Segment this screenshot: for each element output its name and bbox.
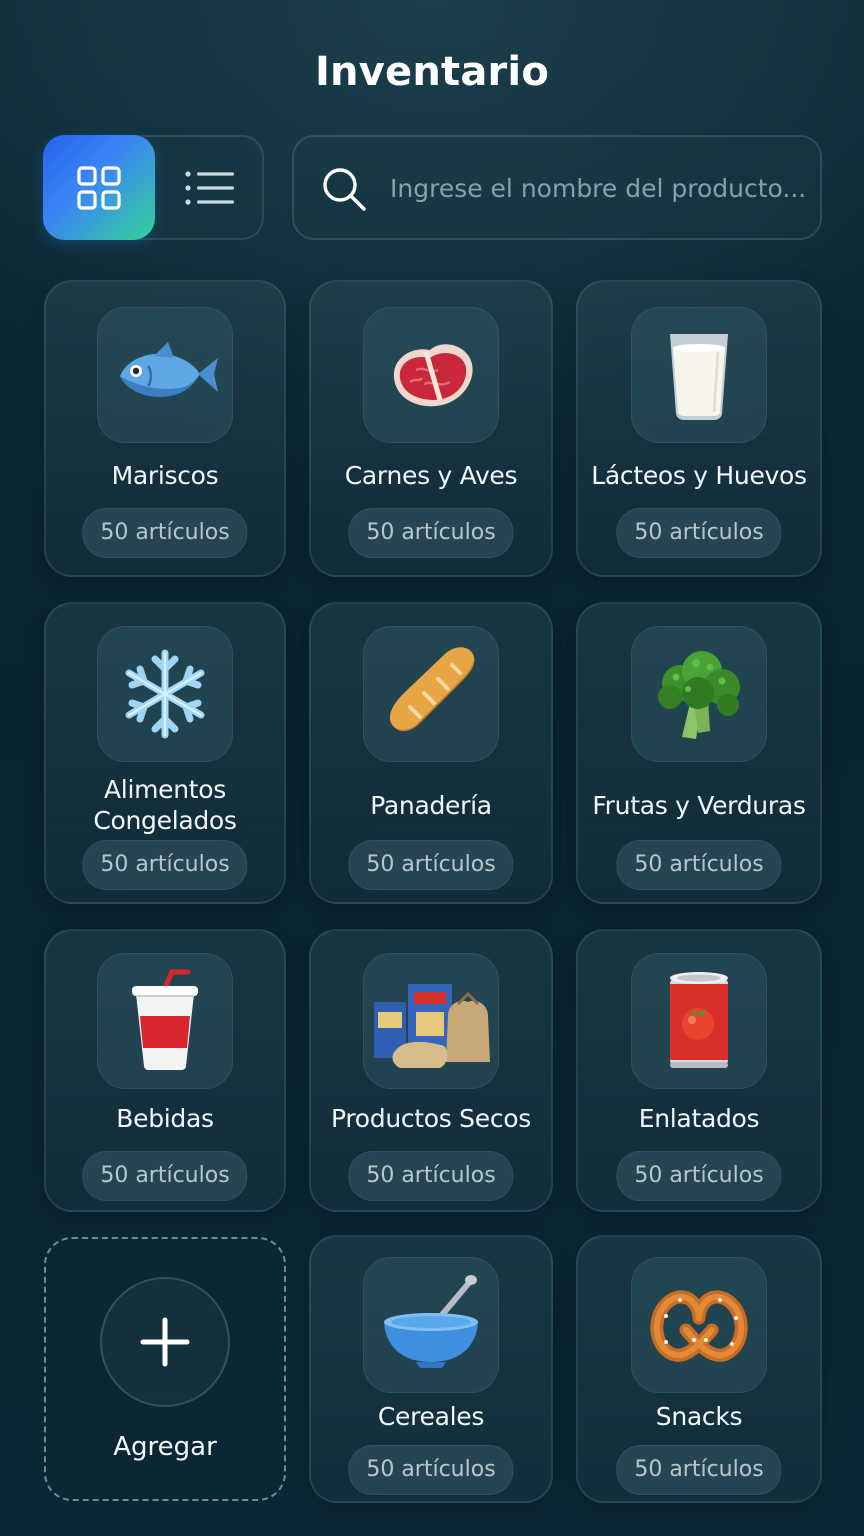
category-card-bebidas[interactable]: Bebidas 50 artículos	[44, 929, 286, 1212]
item-count-badge: 50 artículos	[616, 508, 782, 558]
list-icon	[184, 170, 234, 205]
item-count-badge: 50 artículos	[348, 1445, 514, 1495]
category-card-cereales[interactable]: Cereales 50 artículos	[309, 1235, 553, 1503]
item-count-badge: 50 artículos	[82, 1151, 248, 1201]
category-label: Bebidas	[116, 1104, 214, 1133]
icon-tile	[631, 626, 767, 762]
category-card-enlatados[interactable]: Enlatados 50 artículos	[576, 929, 822, 1212]
category-card-lacteos-y-huevos[interactable]: Lácteos y Huevos 50 artículos	[576, 280, 822, 577]
icon-tile	[97, 307, 233, 443]
item-count-badge: 50 artículos	[82, 840, 248, 890]
pretzel-icon	[650, 1290, 748, 1362]
item-count-badge: 50 artículos	[616, 1151, 782, 1201]
item-count-badge: 50 artículos	[348, 1151, 514, 1201]
category-label: Cereales	[377, 1402, 485, 1431]
add-button[interactable]	[100, 1277, 230, 1407]
milk-glass-icon	[670, 334, 728, 420]
fish-icon	[120, 342, 218, 398]
category-card-mariscos[interactable]: Mariscos 50 artículos	[44, 280, 286, 577]
drink-cup-icon	[132, 969, 198, 1070]
grid-view-button[interactable]	[43, 135, 155, 240]
search-icon	[323, 168, 366, 211]
category-card-panaderia[interactable]: Panadería 50 artículos	[309, 602, 553, 904]
inventory-app: Inventario Ingrese el nombre del product…	[0, 0, 864, 1536]
item-count-badge: 50 artículos	[82, 508, 248, 558]
category-card-frutas-y-verduras[interactable]: Frutas y Verduras 50 artículos	[576, 602, 822, 904]
category-card-snacks[interactable]: Snacks 50 artículos	[576, 1235, 822, 1503]
icon-tile	[363, 1257, 499, 1393]
search-input[interactable]	[390, 157, 810, 219]
steak-icon	[393, 344, 473, 407]
category-label: Frutas y Verduras	[592, 791, 806, 820]
category-label: Lácteos y Huevos	[591, 461, 807, 490]
item-count-badge: 50 artículos	[348, 840, 514, 890]
add-category-card[interactable]: Agregar	[44, 1237, 286, 1501]
page-title: Inventario	[314, 49, 550, 95]
bowl-icon	[384, 1275, 478, 1368]
search-bar	[292, 135, 822, 240]
category-card-carnes-y-aves[interactable]: Carnes y Aves 50 artículos	[309, 280, 553, 577]
item-count-badge: 50 artículos	[616, 1445, 782, 1495]
bread-icon	[389, 647, 475, 732]
icon-tile	[363, 953, 499, 1089]
category-label: Alimentos Congelados	[93, 775, 237, 835]
list-view-button[interactable]	[155, 137, 264, 238]
icon-tile	[97, 626, 233, 762]
dry-goods-icon	[374, 984, 490, 1068]
icon-tile	[97, 953, 233, 1089]
category-label: Snacks	[655, 1402, 743, 1431]
item-count-badge: 50 artículos	[616, 840, 782, 890]
icon-tile	[631, 307, 767, 443]
snowflake-icon	[125, 649, 205, 739]
icon-tile	[631, 1257, 767, 1393]
category-label: Productos Secos	[330, 1104, 531, 1133]
category-card-productos-secos[interactable]: Productos Secos 50 artículos	[309, 929, 553, 1212]
plus-icon	[140, 1317, 190, 1367]
view-toggle	[43, 135, 264, 240]
category-label: Panadería	[370, 791, 492, 820]
item-count-badge: 50 artículos	[348, 508, 514, 558]
icon-tile	[363, 626, 499, 762]
icon-tile	[631, 953, 767, 1089]
icon-tile	[363, 307, 499, 443]
category-card-alimentos-congelados[interactable]: Alimentos Congelados 50 artículos	[44, 602, 286, 904]
tomato-can-icon	[670, 972, 728, 1068]
grid-icon	[77, 165, 121, 210]
category-label: Enlatados	[638, 1104, 760, 1133]
broccoli-icon	[658, 651, 740, 739]
category-label: Carnes y Aves	[344, 461, 518, 490]
add-label: Agregar	[113, 1432, 217, 1462]
category-label: Mariscos	[111, 461, 219, 490]
